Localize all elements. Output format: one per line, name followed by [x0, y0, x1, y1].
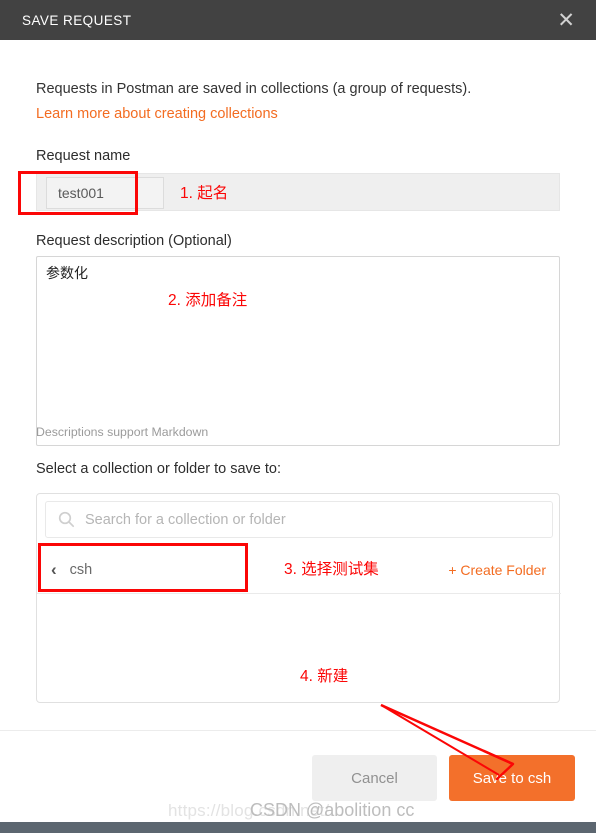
page-title: SAVE REQUEST [22, 12, 132, 28]
annotation-box-request-name [18, 171, 138, 215]
save-request-dialog: SAVE REQUEST ✕ Requests in Postman are s… [0, 0, 596, 833]
annotation-box-collection [38, 543, 248, 592]
create-folder-button[interactable]: + Create Folder [448, 562, 546, 578]
close-icon[interactable]: ✕ [554, 8, 578, 33]
annotation-step-2: 2. 添加备注 [168, 292, 248, 309]
learn-more-link[interactable]: Learn more about creating collections [36, 106, 278, 122]
collection-search-wrap[interactable] [45, 501, 553, 538]
save-button[interactable]: Save to csh [449, 755, 575, 801]
cancel-button[interactable]: Cancel [312, 755, 437, 801]
annotation-step-3: 3. 选择测试集 [284, 561, 379, 578]
annotation-step-4: 4. 新建 [300, 668, 349, 685]
annotation-step-1: 1. 起名 [180, 185, 229, 202]
request-name-label: Request name [36, 148, 131, 164]
collection-search-input[interactable] [85, 511, 552, 528]
collection-panel: ‹ csh + Create Folder [36, 493, 561, 703]
intro-text: Requests in Postman are saved in collect… [36, 81, 472, 97]
request-description-textarea[interactable] [36, 256, 560, 446]
collection-list[interactable] [37, 594, 561, 702]
search-icon [58, 511, 75, 528]
request-description-label: Request description (Optional) [36, 233, 232, 249]
bottom-strip [0, 822, 596, 833]
dialog-header: SAVE REQUEST ✕ [0, 0, 596, 40]
dialog-body: Requests in Postman are saved in collect… [0, 40, 596, 730]
markdown-hint: Descriptions support Markdown [36, 425, 209, 439]
watermark-author: CSDN @abolition cc [250, 800, 415, 820]
select-collection-label: Select a collection or folder to save to… [36, 461, 282, 477]
